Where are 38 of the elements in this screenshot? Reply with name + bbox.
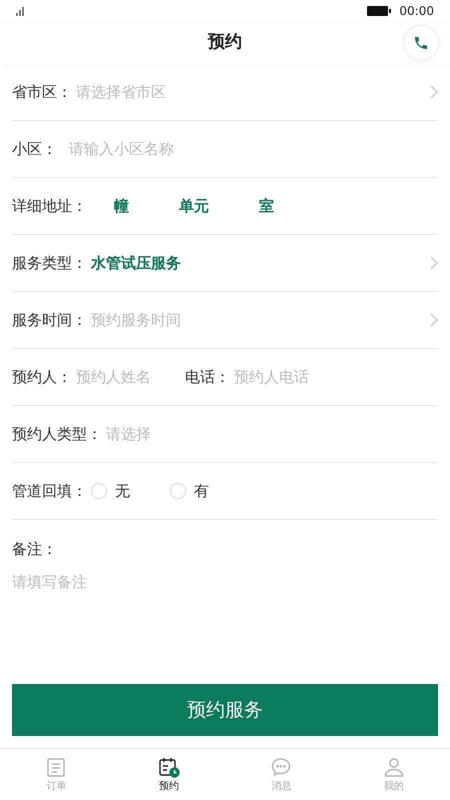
tab-bar-item[interactable]: 我的 — [338, 749, 450, 800]
address-unit-field[interactable]: 室 — [259, 194, 274, 218]
calendar-clock-icon — [158, 756, 180, 778]
input-field[interactable]: 预约人电话 — [234, 366, 309, 388]
page-title: 预约 — [208, 31, 242, 54]
radio-option[interactable]: 有 — [170, 480, 209, 502]
field-label: 预约人类型： — [12, 424, 102, 445]
address-unit-field[interactable]: 幢 — [114, 194, 129, 218]
field-label: 服务时间： — [12, 310, 87, 331]
radio-option[interactable]: 无 — [91, 480, 130, 502]
note-field[interactable]: 请填写备注 — [12, 570, 438, 660]
field-label: 管道回填： — [12, 480, 87, 502]
tab-bar-item[interactable]: 消息 — [225, 749, 338, 800]
input-field[interactable]: 请输入小区名称 — [69, 138, 174, 160]
status-time: 00:00 — [399, 3, 434, 20]
field-label: 省市区： — [12, 82, 72, 103]
chat-bubble-icon — [270, 756, 292, 778]
battery-icon — [367, 6, 392, 16]
address-unit-field[interactable]: 单元 — [179, 194, 209, 218]
tab-bar-item[interactable]: 预约 — [112, 749, 225, 800]
input-field[interactable]: 请选择 — [106, 422, 151, 446]
input-field[interactable]: 预约服务时间 — [91, 308, 181, 332]
phone-icon — [413, 35, 429, 51]
selected-value[interactable]: 水管试压服务 — [91, 252, 181, 274]
field-label: 备注： — [12, 539, 58, 560]
tab-bar-item[interactable]: 订单 — [0, 749, 112, 800]
field-label: 电话： — [185, 366, 230, 388]
receipt-icon — [45, 756, 68, 778]
field-label: 服务类型： — [12, 252, 87, 274]
input-field[interactable]: 请选择省市区 — [76, 80, 166, 104]
input-field[interactable]: 预约人姓名 — [76, 366, 151, 388]
submit-button[interactable]: 预约服务 — [12, 684, 438, 736]
field-label: 详细地址： — [12, 196, 87, 217]
field-label: 小区： — [12, 138, 57, 160]
phone-button[interactable] — [404, 26, 438, 60]
person-icon — [382, 756, 405, 778]
signal-icon — [16, 6, 26, 16]
field-label: 预约人： — [12, 366, 72, 388]
